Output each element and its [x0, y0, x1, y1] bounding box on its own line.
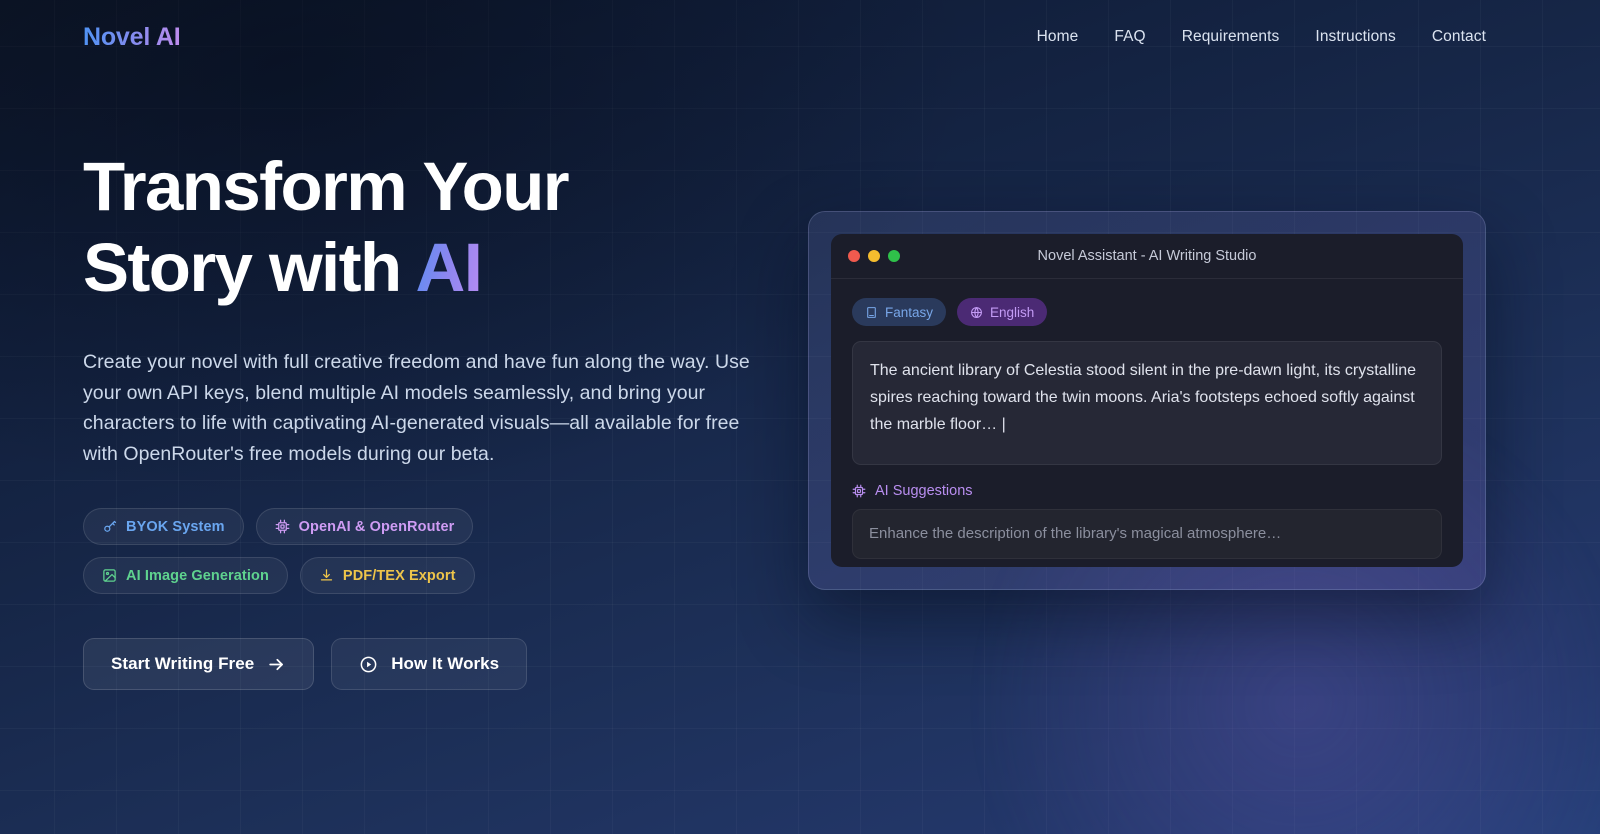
hero-title-accent: AI	[415, 229, 483, 307]
feature-pill-byok-system[interactable]: BYOK System	[83, 508, 244, 545]
app-preview-frame: Novel Assistant - AI Writing Studio Fant…	[808, 211, 1486, 590]
tag-label: Fantasy	[885, 304, 934, 320]
globe-icon	[970, 306, 983, 319]
nav-item-contact[interactable]: Contact	[1432, 28, 1486, 46]
feature-pill-label: BYOK System	[126, 518, 225, 535]
window-title: Novel Assistant - AI Writing Studio	[1037, 248, 1257, 264]
nav-item-faq[interactable]: FAQ	[1114, 28, 1145, 46]
manuscript-editor[interactable]: The ancient library of Celestia stood si…	[852, 341, 1442, 465]
start-writing-free-label: Start Writing Free	[111, 654, 255, 673]
brand-logo[interactable]: Novel AI	[83, 23, 181, 52]
download-icon	[319, 568, 334, 583]
window-close-icon[interactable]	[848, 250, 860, 262]
ai-suggestions-header: AI Suggestions	[852, 483, 1442, 499]
feature-pill-openai-openrouter[interactable]: OpenAI & OpenRouter	[255, 508, 474, 545]
hero-content: Transform Your Story with AI Create your…	[83, 146, 783, 690]
ai-suggestions-title: AI Suggestions	[875, 483, 973, 499]
page-title: Transform Your Story with AI	[83, 146, 783, 309]
hero-page: Novel AI Home FAQ Requirements Instructi…	[0, 0, 1600, 834]
hero-title-line-2: Story with	[83, 229, 416, 307]
window-traffic-lights	[848, 250, 900, 262]
cpu-icon	[852, 484, 866, 498]
nav-item-instructions[interactable]: Instructions	[1315, 28, 1395, 46]
window-minimize-icon[interactable]	[868, 250, 880, 262]
nav-item-requirements[interactable]: Requirements	[1182, 28, 1280, 46]
editor-text: The ancient library of Celestia stood si…	[870, 362, 1417, 433]
feature-pill-label: PDF/TEX Export	[342, 567, 456, 584]
image-icon	[102, 568, 117, 583]
feature-pill-ai-image-generation[interactable]: AI Image Generation	[83, 557, 288, 594]
tag-genre-fantasy[interactable]: Fantasy	[852, 298, 947, 326]
text-caret: |	[1001, 415, 1006, 433]
app-preview-window: Novel Assistant - AI Writing Studio Fant…	[831, 234, 1463, 567]
play-circle-icon	[359, 655, 378, 674]
key-icon	[102, 519, 117, 534]
window-titlebar: Novel Assistant - AI Writing Studio	[831, 234, 1463, 279]
start-writing-free-button[interactable]: Start Writing Free	[83, 638, 315, 690]
book-icon	[865, 306, 878, 319]
site-header: Novel AI Home FAQ Requirements Instructi…	[0, 0, 1600, 74]
main-navigation: Home FAQ Requirements Instructions Conta…	[1037, 28, 1486, 46]
how-it-works-label: How It Works	[391, 654, 500, 673]
tag-language-english[interactable]: English	[957, 298, 1048, 326]
feature-pill-list: BYOK System OpenAI & OpenRouter AI Image…	[83, 508, 683, 594]
document-tag-row: Fantasy English	[852, 298, 1442, 326]
cpu-icon	[275, 519, 290, 534]
tag-label: English	[990, 304, 1035, 320]
feature-pill-pdf-tex-export[interactable]: PDF/TEX Export	[299, 557, 475, 594]
how-it-works-button[interactable]: How It Works	[331, 638, 528, 690]
ai-suggestion-item[interactable]: Enhance the description of the library's…	[852, 509, 1442, 559]
feature-pill-label: AI Image Generation	[126, 567, 269, 584]
cta-button-row: Start Writing Free How It Works	[83, 638, 783, 690]
window-maximize-icon[interactable]	[888, 250, 900, 262]
nav-item-home[interactable]: Home	[1037, 28, 1079, 46]
hero-subtitle: Create your novel with full creative fre…	[83, 350, 750, 466]
window-body: Fantasy English The ancient library of C…	[831, 279, 1463, 567]
hero-title-line-1: Transform Your	[83, 148, 570, 225]
arrow-right-icon	[267, 655, 286, 674]
feature-pill-label: OpenAI & OpenRouter	[298, 518, 455, 535]
